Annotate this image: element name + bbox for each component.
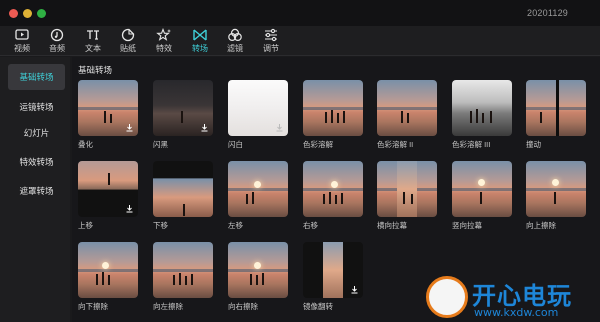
transition-thumbnail xyxy=(377,80,437,136)
build-number: 20201129 xyxy=(527,8,568,18)
effects-icon xyxy=(156,28,171,41)
transition-thumbnail xyxy=(78,80,138,136)
video-icon xyxy=(15,29,29,40)
download-icon[interactable] xyxy=(275,123,284,132)
sidebar-item-camera[interactable]: 运镜转场 xyxy=(8,94,65,120)
sidebar-item-basic[interactable]: 基础转场 xyxy=(8,64,65,90)
transition-thumbnail xyxy=(228,80,288,136)
sidebar-item-mask[interactable]: 遮罩转场 xyxy=(8,178,65,204)
toolbar-text[interactable]: 文本 xyxy=(79,27,107,55)
download-icon[interactable] xyxy=(125,123,134,132)
download-icon[interactable] xyxy=(200,123,209,132)
transition-card[interactable]: 向左擦除 xyxy=(153,242,213,312)
toolbar-effects[interactable]: 特效 xyxy=(150,27,178,55)
transition-thumbnail xyxy=(78,242,138,298)
minimize-window-button[interactable] xyxy=(23,9,32,18)
close-window-button[interactable] xyxy=(9,9,18,18)
transition-thumbnail xyxy=(377,161,437,217)
toolbar-audio[interactable]: 音频 xyxy=(43,27,71,55)
transition-thumbnail xyxy=(153,242,213,298)
transition-card[interactable]: 闪黑 xyxy=(153,80,213,150)
transition-card[interactable]: 向右擦除 xyxy=(228,242,288,312)
transition-card[interactable]: 右移 xyxy=(303,161,363,231)
title-bar: 20201129 xyxy=(0,0,600,26)
transition-card[interactable]: 左移 xyxy=(228,161,288,231)
transition-card[interactable]: 叠化 xyxy=(78,80,138,150)
sticker-icon xyxy=(121,28,135,42)
toolbar-transition[interactable]: 转场 xyxy=(186,27,214,55)
watermark-logo: 开心电玩 www.kxdw.com xyxy=(426,272,600,322)
transition-card[interactable]: 横向拉幕 xyxy=(377,161,437,231)
zoom-window-button[interactable] xyxy=(37,9,46,18)
transition-card[interactable]: 竖向拉幕 xyxy=(452,161,512,231)
adjust-icon xyxy=(265,28,277,42)
transition-card[interactable]: 色彩溶解 xyxy=(303,80,363,150)
transition-thumbnail xyxy=(526,80,586,136)
transition-card[interactable]: 下移 xyxy=(153,161,213,231)
logo-url-text: www.kxdw.com xyxy=(474,306,559,319)
transition-thumbnail xyxy=(526,161,586,217)
transition-thumbnail xyxy=(228,242,288,298)
transition-icon xyxy=(193,29,207,41)
transition-thumbnail xyxy=(303,161,363,217)
transition-thumbnail xyxy=(303,242,363,298)
toolbar-filter[interactable]: 滤镜 xyxy=(221,27,249,55)
transition-card[interactable]: 色彩溶解 III xyxy=(452,80,512,150)
transition-card[interactable]: 镜像翻转 xyxy=(303,242,363,312)
audio-icon xyxy=(50,28,64,42)
transition-thumbnail xyxy=(452,80,512,136)
download-icon[interactable] xyxy=(125,204,134,213)
sidebar-item-effects[interactable]: 特效转场 xyxy=(8,149,65,175)
transition-card[interactable]: 向下擦除 xyxy=(78,242,138,312)
transition-card[interactable]: 色彩溶解 II xyxy=(377,80,437,150)
transition-thumbnail xyxy=(78,161,138,217)
category-sidebar: 基础转场 运镜转场 幻灯片 特效转场 遮罩转场 xyxy=(0,57,70,322)
toolbar-sticker[interactable]: 贴纸 xyxy=(114,27,142,55)
sidebar-item-slideshow[interactable]: 幻灯片 xyxy=(8,120,65,146)
transition-card[interactable]: 撞动 xyxy=(526,80,586,150)
transition-thumbnail xyxy=(153,80,213,136)
filter-icon xyxy=(228,28,242,42)
transition-card[interactable]: 向上擦除 xyxy=(526,161,586,231)
media-toolbar: 视频 音频 文本 贴纸 特效 转场 滤镜 调节 xyxy=(0,26,600,56)
section-title: 基础转场 xyxy=(78,65,113,75)
transition-thumbnail xyxy=(452,161,512,217)
transition-card[interactable]: 闪白 xyxy=(228,80,288,150)
transition-thumbnail xyxy=(153,161,213,217)
logo-mascot-icon xyxy=(426,276,468,318)
toolbar-video[interactable]: 视频 xyxy=(8,27,36,55)
transition-thumbnail xyxy=(303,80,363,136)
toolbar-adjust[interactable]: 调节 xyxy=(257,27,285,55)
transition-card[interactable]: 上移 xyxy=(78,161,138,231)
transition-thumbnail xyxy=(228,161,288,217)
download-icon[interactable] xyxy=(350,285,359,294)
text-icon xyxy=(87,30,99,40)
